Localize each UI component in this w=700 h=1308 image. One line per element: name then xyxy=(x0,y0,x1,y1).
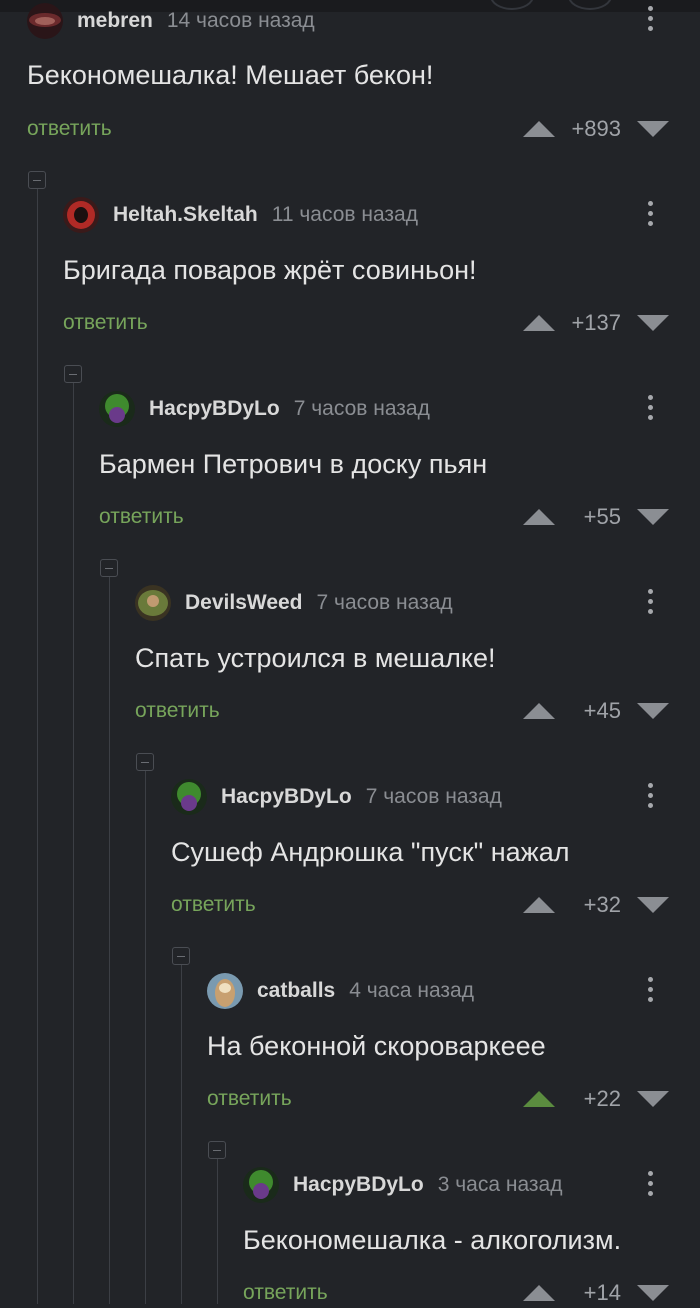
vote-score: +137 xyxy=(571,310,621,335)
username[interactable]: mebren xyxy=(77,9,153,33)
vote-score: +22 xyxy=(583,1086,621,1111)
thread-line xyxy=(217,1150,218,1304)
thread-line xyxy=(109,568,110,1304)
downvote-icon[interactable] xyxy=(637,509,669,525)
timestamp: 3 часа назад xyxy=(437,1173,563,1196)
username[interactable]: DevilsWeed xyxy=(185,591,303,615)
upvote-icon[interactable] xyxy=(523,1091,555,1107)
collapse-thread-button[interactable] xyxy=(28,171,46,189)
comment-text: Бригада поваров жрёт совиньон! xyxy=(63,255,477,285)
collapse-thread-button[interactable] xyxy=(100,559,118,577)
collapse-thread-button[interactable] xyxy=(172,947,190,965)
avatar[interactable] xyxy=(171,779,207,815)
reply-button[interactable]: ответить xyxy=(207,1087,292,1111)
comment: catballs 4 часа назад На беконной скоров… xyxy=(207,971,700,1131)
thread-line xyxy=(145,762,146,1304)
vote-score: +32 xyxy=(583,892,621,917)
timestamp: 7 часов назад xyxy=(316,591,453,614)
timestamp: 11 часов назад xyxy=(271,203,418,226)
username[interactable]: catballs xyxy=(257,979,335,1003)
downvote-icon[interactable] xyxy=(637,1091,669,1107)
comment: HacpyBDyLo 7 часов назад Сушеф Андрюшка … xyxy=(171,777,700,937)
avatar[interactable] xyxy=(243,1167,279,1203)
more-options-icon[interactable] xyxy=(648,6,654,36)
more-options-icon[interactable] xyxy=(648,589,654,619)
reply-button[interactable]: ответить xyxy=(27,117,112,141)
reply-button[interactable]: ответить xyxy=(243,1281,328,1305)
vote-score: +45 xyxy=(583,698,621,723)
timestamp: 7 часов назад xyxy=(365,785,502,808)
downvote-icon[interactable] xyxy=(637,121,669,137)
more-options-icon[interactable] xyxy=(648,201,654,231)
upvote-icon[interactable] xyxy=(523,315,555,331)
downvote-icon[interactable] xyxy=(637,315,669,331)
username[interactable]: HacpyBDyLo xyxy=(149,397,280,421)
downvote-icon[interactable] xyxy=(637,703,669,719)
upvote-icon[interactable] xyxy=(523,897,555,913)
username[interactable]: Heltah.Skeltah xyxy=(113,203,258,227)
vote-score: +14 xyxy=(583,1280,621,1305)
collapse-thread-button[interactable] xyxy=(136,753,154,771)
reply-button[interactable]: ответить xyxy=(63,311,148,335)
avatar[interactable] xyxy=(135,585,171,621)
vote-score: +893 xyxy=(571,116,621,141)
timestamp: 4 часа назад xyxy=(349,979,474,1002)
avatar[interactable] xyxy=(99,391,135,427)
comment-text: Бармен Петрович в доску пьян xyxy=(99,449,488,479)
username[interactable]: HacpyBDyLo xyxy=(221,785,352,809)
username[interactable]: HacpyBDyLo xyxy=(293,1173,424,1197)
comment: mebren 14 часов назад Бекономешалка! Меш… xyxy=(27,0,700,160)
timestamp: 14 часов назад xyxy=(166,9,315,32)
upvote-icon[interactable] xyxy=(523,121,555,137)
more-options-icon[interactable] xyxy=(648,977,654,1007)
comment-text: На беконной скороваркеее xyxy=(207,1031,546,1061)
comment: HacpyBDyLo 3 часа назад Бекономешалка - … xyxy=(243,1165,700,1305)
downvote-icon[interactable] xyxy=(637,897,669,913)
comment: HacpyBDyLo 7 часов назад Бармен Петрович… xyxy=(99,389,700,549)
avatar[interactable] xyxy=(207,973,243,1009)
downvote-icon[interactable] xyxy=(637,1285,669,1301)
comment: Heltah.Skeltah 11 часов назад Бригада по… xyxy=(63,195,700,355)
upvote-icon[interactable] xyxy=(523,509,555,525)
timestamp: 7 часов назад xyxy=(293,397,430,420)
comment-text: Бекономешалка! Мешает бекон! xyxy=(27,60,434,90)
avatar[interactable] xyxy=(27,3,63,39)
comment-text: Бекономешалка - алкоголизм. xyxy=(243,1225,622,1255)
thread-line xyxy=(181,956,182,1304)
upvote-icon[interactable] xyxy=(523,1285,555,1301)
upvote-icon[interactable] xyxy=(523,703,555,719)
thread-line xyxy=(37,180,38,1304)
comment: DevilsWeed 7 часов назад Спать устроился… xyxy=(135,583,700,743)
reply-button[interactable]: ответить xyxy=(171,893,256,917)
avatar[interactable] xyxy=(63,197,99,233)
collapse-thread-button[interactable] xyxy=(208,1141,226,1159)
thread-line xyxy=(73,374,74,1304)
vote-score: +55 xyxy=(583,504,621,529)
comment-text: Спать устроился в мешалке! xyxy=(135,643,496,673)
more-options-icon[interactable] xyxy=(648,1171,654,1201)
more-options-icon[interactable] xyxy=(648,395,654,425)
reply-button[interactable]: ответить xyxy=(99,505,184,529)
reply-button[interactable]: ответить xyxy=(135,699,220,723)
collapse-thread-button[interactable] xyxy=(64,365,82,383)
comment-text: Сушеф Андрюшка "пуск" нажал xyxy=(171,837,570,867)
more-options-icon[interactable] xyxy=(648,783,654,813)
